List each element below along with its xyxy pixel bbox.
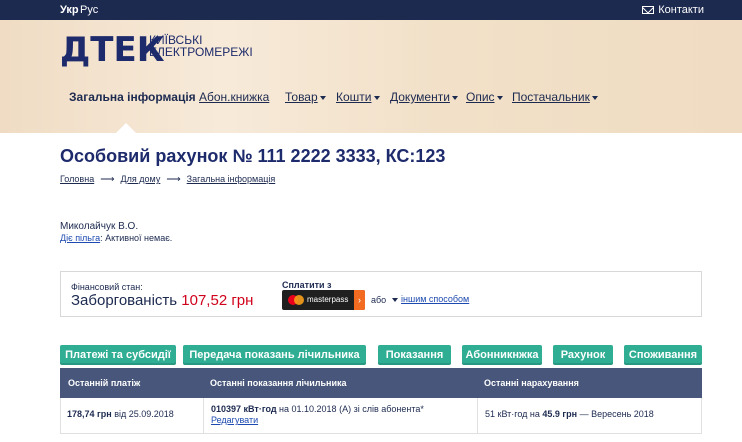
summary-table-header: Останній платіж Останні показання лічиль… bbox=[60, 368, 702, 398]
nav-item-description-label: Опис bbox=[466, 90, 495, 104]
nav-item-supplier[interactable]: Постачальник bbox=[512, 90, 598, 104]
chevron-down-icon bbox=[451, 95, 458, 100]
payment-amount: 178,74 грн bbox=[67, 409, 112, 419]
nav-item-documents-label: Документи bbox=[390, 90, 450, 104]
page-title: Особовий рахунок № 111 2222 3333, КС:123 bbox=[60, 146, 446, 166]
chevron-down-icon bbox=[496, 95, 503, 100]
header-last-payment: Останній платіж bbox=[68, 378, 141, 388]
breadcrumb-for-home[interactable]: Для дому bbox=[121, 174, 161, 184]
nav-item-description[interactable]: Опис bbox=[466, 90, 503, 104]
nav-item-general-info[interactable]: Загальна інформація bbox=[69, 90, 196, 104]
lang-ru-link[interactable]: Рус bbox=[80, 4, 98, 16]
masterpass-label: masterpass bbox=[307, 295, 349, 304]
financial-status-panel: Фінансовий стан: Заборгованість 107,52 г… bbox=[60, 271, 702, 317]
financial-status-value: Заборгованість 107,52 грн bbox=[71, 292, 253, 309]
financial-status-label: Фінансовий стан: bbox=[71, 282, 143, 292]
charge-kwh: 51 кВт·год на bbox=[485, 409, 543, 419]
header-last-readings: Останні показання лічильника bbox=[210, 378, 347, 388]
pay-with-label: Сплатити з bbox=[282, 280, 332, 290]
lang-ua-link[interactable]: Укр bbox=[60, 4, 79, 16]
arrow-right-icon: ⟶ bbox=[100, 174, 115, 185]
submit-meter-readings-button[interactable]: Передача показань лічильника bbox=[183, 345, 366, 365]
chevron-right-icon: › bbox=[354, 290, 365, 310]
nav-item-funds-label: Кошти bbox=[336, 90, 372, 104]
nav-item-funds[interactable]: Кошти bbox=[336, 90, 380, 104]
breadcrumb-general-info[interactable]: Загальна інформація bbox=[187, 174, 276, 184]
nav-item-documents[interactable]: Документи bbox=[390, 90, 458, 104]
readings-button[interactable]: Показання bbox=[378, 345, 451, 365]
last-readings-cell: 010397 кВт·год на 01.10.2018 (А) зі слів… bbox=[211, 404, 424, 426]
other-payment-method-link[interactable]: іншим способом bbox=[392, 294, 469, 304]
last-charges-cell: 51 кВт·год на 45.9 грн — Вересень 2018 bbox=[485, 409, 654, 419]
mastercard-icon bbox=[288, 295, 304, 305]
contacts-label: Контакти bbox=[658, 4, 704, 16]
top-bar: Укр Рус Контакти bbox=[0, 0, 742, 20]
edit-reading-link[interactable]: Редагувати bbox=[211, 415, 258, 425]
masterpass-button[interactable]: masterpass › bbox=[282, 290, 365, 310]
header: ДТЕК КИЇВСЬКІ ЕЛЕКТРОМЕРЕЖІ Загальна інф… bbox=[0, 20, 742, 133]
chevron-down-icon bbox=[373, 95, 380, 100]
benefit-status: : Активної немає. bbox=[100, 233, 173, 243]
logo-subtitle-line2: ЕЛЕКТРОМЕРЕЖІ bbox=[149, 45, 253, 59]
nav-item-goods-label: Товар bbox=[285, 90, 318, 104]
chevron-down-icon bbox=[392, 297, 398, 302]
contacts-link[interactable]: Контакти bbox=[642, 4, 704, 16]
payment-date: від 25.09.2018 bbox=[111, 409, 174, 419]
other-payment-method-label: іншим способом bbox=[401, 294, 470, 304]
meter-value: 010397 кВт·год bbox=[211, 404, 277, 414]
charge-period: — Вересень 2018 bbox=[577, 409, 654, 419]
bill-button[interactable]: Рахунок bbox=[553, 345, 613, 365]
arrow-right-icon: ⟶ bbox=[166, 174, 181, 185]
active-nav-pointer bbox=[116, 123, 136, 133]
breadcrumb: Головна ⟶ Для дому ⟶ Загальна інформація bbox=[60, 174, 275, 185]
nav-item-supplier-label: Постачальник bbox=[512, 90, 590, 104]
subscriber-book-button[interactable]: Абонникнжка bbox=[462, 345, 542, 365]
or-label: або bbox=[371, 295, 387, 305]
consumption-button[interactable]: Споживання bbox=[624, 345, 702, 365]
table-row: 178,74 грн від 25.09.2018 010397 кВт·год… bbox=[60, 398, 702, 434]
nav-item-goods[interactable]: Товар bbox=[285, 90, 326, 104]
customer-name: Миколайчук В.О. bbox=[60, 221, 139, 232]
debt-label: Заборгованість bbox=[71, 292, 178, 309]
header-last-charges: Останні нарахування bbox=[484, 378, 579, 388]
breadcrumb-home[interactable]: Головна bbox=[60, 174, 94, 184]
last-payment-cell: 178,74 грн від 25.09.2018 bbox=[67, 409, 174, 419]
payments-subsidies-button[interactable]: Платежі та субсидії bbox=[60, 345, 176, 365]
benefit-link[interactable]: Діє пільга bbox=[60, 233, 100, 243]
chevron-down-icon bbox=[591, 95, 598, 100]
charge-amount: 45.9 грн bbox=[542, 409, 578, 419]
logo-subtitle: КИЇВСЬКІ ЕЛЕКТРОМЕРЕЖІ bbox=[149, 34, 253, 58]
benefit-info: Діє пільга: Активної немає. bbox=[60, 233, 172, 243]
debt-amount: 107,52 грн bbox=[181, 292, 254, 309]
meter-details: на 01.10.2018 (А) зі слів абонента* bbox=[276, 404, 424, 414]
nav-item-subscriber-book[interactable]: Абон.книжка bbox=[199, 90, 269, 104]
mail-icon bbox=[642, 6, 655, 14]
chevron-down-icon bbox=[319, 95, 326, 100]
